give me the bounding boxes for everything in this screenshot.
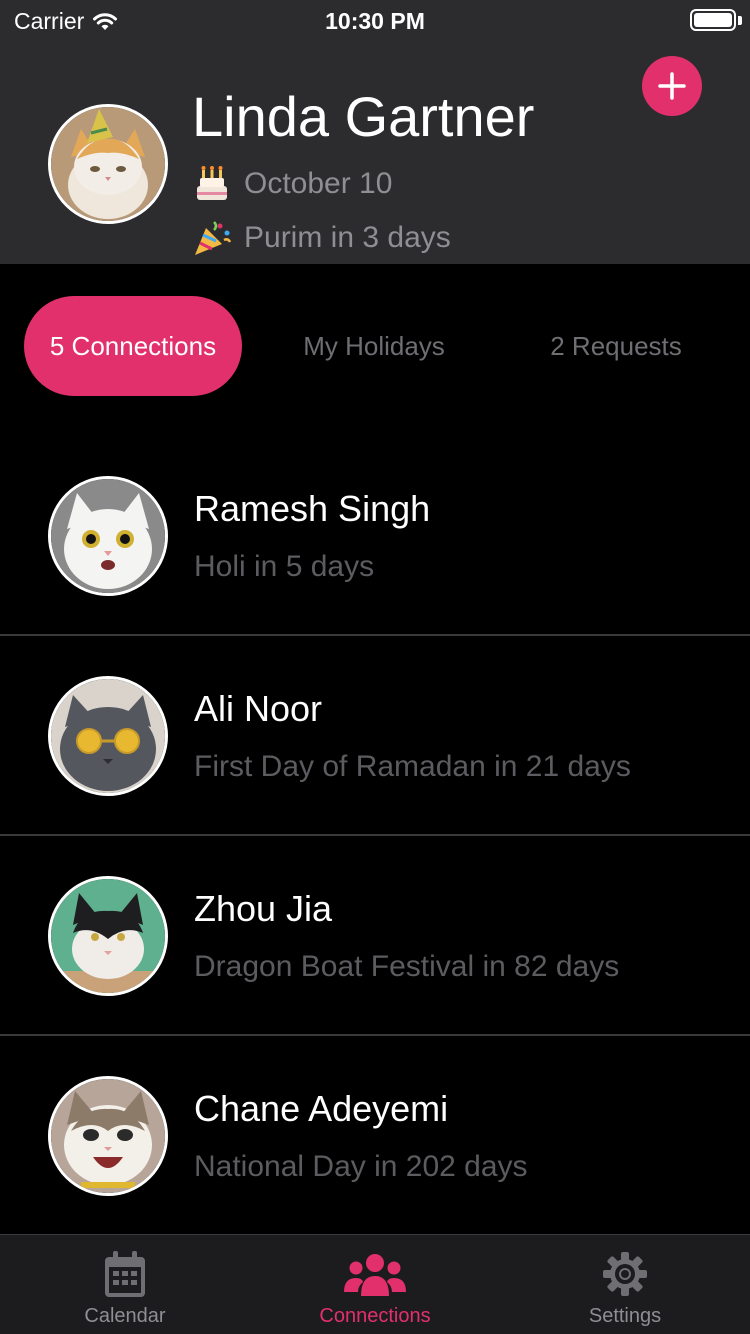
- profile-name: Linda Gartner: [192, 85, 535, 148]
- tab-connections[interactable]: 5 Connections: [24, 296, 242, 396]
- profile-header: Linda Gartner October 10 Purim in 3 days: [0, 40, 750, 264]
- party-popper-icon: [195, 221, 232, 255]
- next-holiday-text: Purim in 3 days: [244, 221, 451, 254]
- tab-calendar[interactable]: Calendar: [0, 1235, 250, 1334]
- tab-label: Calendar: [84, 1305, 166, 1327]
- connection-holiday: Dragon Boat Festival in 82 days: [194, 950, 620, 983]
- list-item[interactable]: Zhou Jia Dragon Boat Festival in 82 days: [0, 836, 750, 1036]
- status-time: 10:30 PM: [325, 8, 425, 34]
- people-icon: [344, 1254, 406, 1296]
- profile-avatar[interactable]: [48, 104, 168, 224]
- connection-name: Ali Noor: [194, 688, 323, 729]
- tab-my-holidays[interactable]: My Holidays: [268, 296, 480, 396]
- tab-connections-bar[interactable]: Connections: [250, 1235, 500, 1334]
- avatar: [48, 476, 168, 596]
- tab-label: Settings: [588, 1305, 662, 1327]
- plus-icon: [658, 72, 686, 100]
- connection-holiday: Holi in 5 days: [194, 550, 375, 583]
- tab-label: Connections: [319, 1305, 431, 1327]
- connection-name: Chane Adeyemi: [194, 1088, 449, 1129]
- profile-next-holiday: Purim in 3 days: [192, 218, 451, 258]
- add-connection-button[interactable]: [642, 56, 702, 116]
- tab-settings[interactable]: Settings: [500, 1235, 750, 1334]
- avatar: [48, 676, 168, 796]
- status-bar: Carrier 10:30 PM: [0, 0, 750, 40]
- birthday-text: October 10: [244, 167, 393, 200]
- connection-holiday: First Day of Ramadan in 21 days: [194, 750, 631, 783]
- list-item[interactable]: Ramesh Singh Holi in 5 days: [0, 436, 750, 636]
- gear-icon: [603, 1252, 647, 1296]
- connections-list: Ramesh Singh Holi in 5 days Ali Noor Fir…: [0, 436, 750, 1236]
- avatar: [48, 876, 168, 996]
- connection-name: Zhou Jia: [194, 888, 333, 929]
- connection-name: Ramesh Singh: [194, 488, 431, 529]
- segment-tabs: 5 Connections My Holidays 2 Requests: [0, 296, 750, 396]
- bottom-tab-bar: Calendar Connections Settings: [0, 1234, 750, 1334]
- calendar-icon: [105, 1251, 145, 1297]
- profile-birthday: October 10: [192, 164, 392, 204]
- cake-icon: [197, 166, 227, 200]
- list-item[interactable]: Ali Noor First Day of Ramadan in 21 days: [0, 636, 750, 836]
- list-item[interactable]: Chane Adeyemi National Day in 202 days: [0, 1036, 750, 1236]
- connection-holiday: National Day in 202 days: [194, 1150, 528, 1183]
- tab-requests[interactable]: 2 Requests: [500, 296, 732, 396]
- avatar: [48, 1076, 168, 1196]
- battery-icon: [690, 9, 736, 31]
